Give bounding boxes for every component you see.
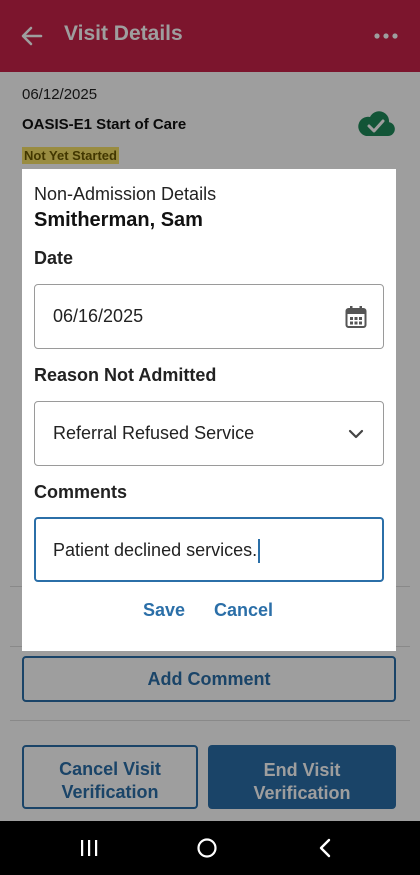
- comments-input[interactable]: Patient declined services.: [34, 517, 384, 582]
- date-label: Date: [34, 248, 74, 268]
- patient-name: Smitherman, Sam: [34, 209, 203, 231]
- comments-label: Comments: [34, 482, 128, 502]
- chevron-down-icon[interactable]: [345, 422, 367, 446]
- dialog-actions: Save Cancel: [22, 600, 396, 624]
- recents-icon[interactable]: [74, 833, 104, 863]
- nav-back-icon[interactable]: [310, 833, 340, 863]
- system-nav-bar: [0, 821, 420, 875]
- reason-label: Reason Not Admitted: [34, 365, 217, 385]
- save-button[interactable]: Save: [143, 600, 185, 621]
- cancel-button[interactable]: Cancel: [214, 600, 273, 621]
- text-caret: [258, 539, 261, 563]
- home-circle-icon[interactable]: [192, 833, 222, 863]
- reason-value: Referral Refused Service: [53, 423, 255, 443]
- dialog-title: Non-Admission Details: [34, 184, 217, 204]
- reason-select[interactable]: Referral Refused Service: [34, 401, 384, 466]
- calendar-icon[interactable]: [345, 305, 367, 329]
- date-field[interactable]: 06/16/2025: [34, 284, 384, 349]
- date-value: 06/16/2025: [53, 306, 144, 326]
- comments-value: Patient declined services.: [53, 539, 258, 560]
- non-admission-dialog: Non-Admission Details Smitherman, Sam Da…: [22, 169, 396, 651]
